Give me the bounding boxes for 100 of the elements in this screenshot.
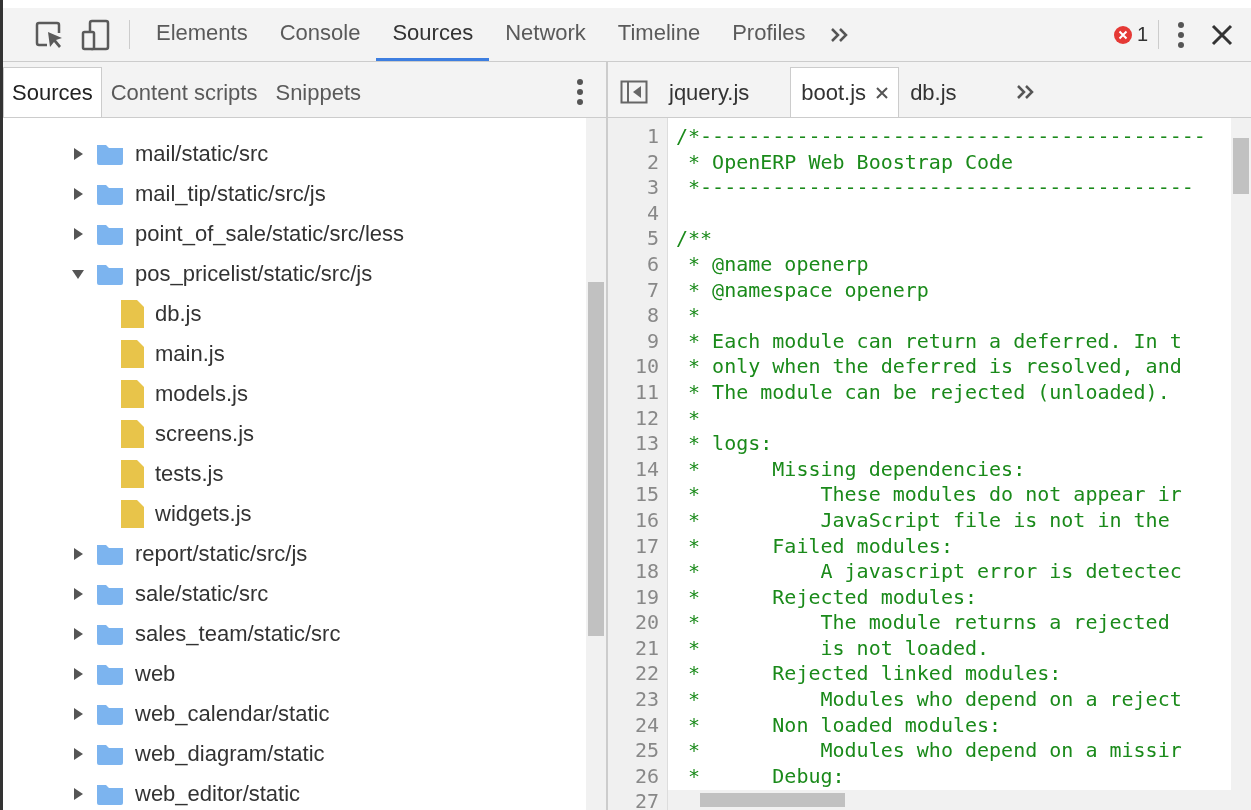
folder-name[interactable]: mail/static/src [135, 141, 269, 167]
line-number: 25 [633, 738, 660, 764]
collapsed-arrow-icon[interactable] [71, 707, 85, 721]
error-count: 1 [1136, 23, 1148, 46]
line-number: 5 [645, 226, 660, 252]
code-line: * The module returns a rejected [687, 610, 1171, 636]
code-line: * @namespace openerp [687, 277, 930, 304]
file-name[interactable]: main.js [155, 341, 225, 367]
collapsed-arrow-icon[interactable] [71, 627, 85, 641]
scrollbar[interactable] [586, 118, 606, 810]
file-name[interactable]: widgets.js [155, 501, 252, 527]
line-number: 10 [633, 354, 660, 380]
folder-icon [95, 182, 125, 206]
file-name[interactable]: tests.js [155, 461, 224, 487]
code-line: * The module can be rejected (unloaded). [687, 379, 1171, 406]
code-line: * Modules who depend on a missir [687, 738, 1183, 764]
code-line: * JavaScript file is not in the [687, 507, 1171, 534]
folder-icon [95, 782, 125, 806]
expanded-arrow-icon[interactable] [71, 267, 85, 281]
folder-name[interactable]: web_calendar/static [135, 701, 330, 727]
line-number: 7 [645, 277, 660, 304]
line-number: 16 [633, 507, 660, 534]
file-icon [119, 459, 145, 489]
file-tab[interactable]: jquery.js [658, 67, 761, 117]
collapsed-arrow-icon[interactable] [71, 587, 85, 601]
collapsed-arrow-icon[interactable] [71, 747, 85, 761]
line-number: 8 [645, 303, 660, 329]
line-number: 12 [633, 405, 660, 432]
folder-name[interactable]: point_of_sale/static/src/less [135, 221, 405, 247]
folder-icon [95, 582, 125, 606]
file-name[interactable]: models.js [155, 381, 248, 407]
line-number: 6 [645, 251, 660, 278]
code-line: * only when the deferred is resolved, and [687, 354, 1183, 380]
folder-icon [95, 222, 125, 246]
line-number: 13 [633, 431, 660, 457]
folder-icon [95, 662, 125, 686]
horizontal-scrollbar[interactable] [668, 790, 1231, 810]
code-line: * Missing dependencies: [687, 456, 1027, 483]
line-number: 23 [633, 687, 660, 713]
line-number: 11 [633, 379, 660, 406]
panel-tab[interactable]: Elements [140, 8, 264, 61]
line-number: 4 [645, 200, 660, 227]
file-icon [119, 419, 145, 449]
folder-name[interactable]: sale/static/src [135, 581, 269, 607]
file-tab[interactable]: db.js [899, 67, 968, 117]
file-icon [119, 499, 145, 529]
folder-name[interactable]: report/static/src/js [135, 541, 308, 567]
navigator-tab[interactable]: Snippets [266, 67, 371, 117]
code-line: * OpenERP Web Boostrap Code [687, 149, 1015, 176]
code-line: /*------------------------------------------ [676, 124, 1207, 150]
panel-tab[interactable]: Profiles [716, 8, 822, 61]
collapsed-arrow-icon[interactable] [71, 187, 85, 201]
navigator-tab[interactable]: Sources [3, 67, 102, 117]
collapsed-arrow-icon[interactable] [71, 667, 85, 681]
line-number: 17 [633, 533, 660, 560]
code-line: * Debug: [687, 763, 846, 790]
code-line: * Failed modules: [687, 533, 954, 560]
collapsed-arrow-icon[interactable] [71, 787, 85, 801]
folder-name[interactable]: sales_team/static/src [135, 621, 341, 647]
line-number: 20 [633, 610, 660, 636]
line-number: 18 [633, 559, 660, 585]
code-line: * @name openerp [687, 251, 870, 278]
folder-icon [95, 742, 125, 766]
line-number: 9 [645, 328, 660, 355]
close-tab-icon[interactable] [876, 86, 889, 99]
collapsed-arrow-icon[interactable] [71, 227, 85, 241]
panel-tab[interactable]: Console [263, 8, 377, 61]
code-line: /** [676, 226, 714, 252]
line-number: 14 [633, 456, 660, 483]
folder-icon [95, 542, 125, 566]
file-tab[interactable]: boot.js [790, 67, 900, 117]
folder-icon [95, 142, 125, 166]
panel-tab[interactable]: Timeline [601, 8, 717, 61]
file-icon [119, 379, 145, 409]
error-icon[interactable] [1112, 24, 1133, 45]
folder-icon [95, 622, 125, 646]
navigator-tab[interactable]: Content scripts [101, 67, 267, 117]
code-line: * logs: [687, 431, 774, 457]
line-number: 19 [633, 584, 660, 611]
file-name[interactable]: db.js [155, 301, 202, 327]
code-line: * Rejected linked modules: [687, 661, 1063, 688]
collapsed-arrow-icon[interactable] [71, 547, 85, 561]
code-line: * Each module can return a deferred. In t [687, 328, 1183, 355]
folder-name[interactable]: pos_pricelist/static/src/js [135, 261, 373, 287]
line-number: 2 [645, 149, 660, 176]
folder-name[interactable]: web_editor/static [135, 781, 301, 807]
folder-name[interactable]: web_diagram/static [135, 741, 325, 767]
line-number: 15 [633, 482, 660, 508]
line-number: 26 [633, 763, 660, 790]
code-line: * Non loaded modules: [687, 712, 1003, 739]
line-number: 3 [645, 175, 660, 201]
folder-name[interactable]: mail_tip/static/src/js [135, 181, 326, 207]
folder-name[interactable]: web [135, 661, 176, 687]
line-number: 21 [633, 635, 660, 662]
collapsed-arrow-icon[interactable] [71, 147, 85, 161]
panel-tab[interactable]: Network [489, 8, 602, 61]
file-icon [119, 339, 145, 369]
file-icon [119, 299, 145, 329]
file-name[interactable]: screens.js [155, 421, 255, 447]
scrollbar[interactable] [1231, 118, 1251, 810]
